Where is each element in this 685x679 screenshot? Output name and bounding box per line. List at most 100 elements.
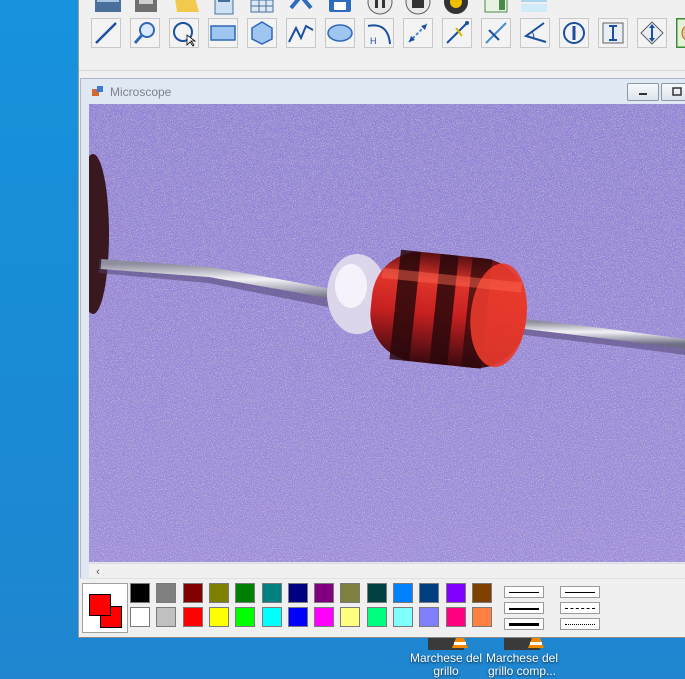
grid-icon[interactable] <box>247 0 277 16</box>
toolbar-separator <box>79 58 685 71</box>
microscope-window: Microscope ‹ <box>80 78 685 580</box>
arrow-icon[interactable] <box>285 0 315 16</box>
extra-tool-icon <box>676 18 685 48</box>
child-window-title: Microscope <box>110 85 172 99</box>
line-icon <box>91 18 121 48</box>
color-swatch[interactable] <box>208 607 229 627</box>
color-swatch[interactable] <box>445 583 466 603</box>
tools-toolbar: H <box>79 18 685 56</box>
circle-info-icon <box>559 18 589 48</box>
color-swatch[interactable] <box>287 607 308 627</box>
rectangle-icon <box>208 18 238 48</box>
color-palette <box>80 578 685 635</box>
angle-icon <box>520 18 550 48</box>
vertical-measure-tool-button[interactable] <box>637 18 667 48</box>
record-icon[interactable] <box>441 0 471 16</box>
strip-icon[interactable] <box>519 0 549 16</box>
stop-icon[interactable] <box>403 0 433 16</box>
ellipse-icon <box>325 18 355 48</box>
angle-measure-icon <box>442 18 472 48</box>
angle-measure-tool-button[interactable] <box>442 18 472 48</box>
line-width-thick[interactable] <box>504 618 544 630</box>
color-swatch[interactable] <box>366 607 387 627</box>
minimize-button[interactable] <box>627 83 659 101</box>
color-swatch[interactable] <box>419 583 440 603</box>
maximize-icon <box>672 87 682 96</box>
color-swatch[interactable] <box>314 583 335 603</box>
line-style-dashdot[interactable] <box>560 602 600 614</box>
polyline-tool-button[interactable] <box>286 18 316 48</box>
save-icon[interactable] <box>325 0 355 16</box>
circle-info-tool-button[interactable] <box>559 18 589 48</box>
extra-tool-button[interactable] <box>676 18 685 48</box>
desktop-icon-label: grillo comp... <box>487 664 557 678</box>
window-app-icon <box>92 86 103 96</box>
microscope-image <box>89 104 685 562</box>
color-swatch[interactable] <box>419 607 440 627</box>
current-foreground-color[interactable] <box>89 594 111 616</box>
maximize-button[interactable] <box>661 83 685 101</box>
line-width-medium[interactable] <box>504 602 544 614</box>
color-swatch[interactable] <box>393 583 413 603</box>
desktop-icon-marchese[interactable]: Marchese del grillo <box>408 628 484 678</box>
svg-text:H: H <box>370 36 377 46</box>
minimize-icon <box>639 93 647 95</box>
polygon-tool-button[interactable] <box>247 18 277 48</box>
color-swatch[interactable] <box>182 607 203 627</box>
scroll-left-arrow-icon[interactable]: ‹ <box>91 565 105 579</box>
line-style-dotted[interactable] <box>560 618 600 630</box>
main-toolbar-top <box>79 0 685 16</box>
text-cursor-icon <box>598 18 628 48</box>
microscope-view[interactable] <box>89 104 685 562</box>
circle-select-tool-button[interactable] <box>169 18 199 48</box>
color-swatch[interactable] <box>235 583 256 603</box>
color-swatch[interactable] <box>393 607 413 627</box>
calibrate-tool-button[interactable] <box>481 18 511 48</box>
line-style-solid[interactable] <box>560 586 600 598</box>
dimension-icon <box>403 18 433 48</box>
magnifier-icon <box>130 18 160 48</box>
calibrate-icon <box>481 18 511 48</box>
document-icon[interactable] <box>209 0 239 16</box>
color-swatch[interactable] <box>208 583 229 603</box>
color-swatch[interactable] <box>340 583 361 603</box>
angle-tool-button[interactable] <box>520 18 550 48</box>
color-swatch[interactable] <box>314 607 335 627</box>
panel-icon[interactable] <box>481 0 511 16</box>
polyline-icon <box>286 18 316 48</box>
color-swatch[interactable] <box>471 607 492 627</box>
color-swatch[interactable] <box>130 607 150 627</box>
child-titlebar[interactable]: Microscope <box>81 79 685 103</box>
arc-tool-button[interactable]: H <box>364 18 394 48</box>
rectangle-tool-button[interactable] <box>208 18 238 48</box>
current-colors[interactable] <box>82 583 128 633</box>
desktop-icon-label: grillo <box>433 664 459 678</box>
film-icon[interactable] <box>93 0 123 16</box>
color-swatch[interactable] <box>340 607 361 627</box>
color-swatch[interactable] <box>130 583 150 603</box>
ellipse-tool-button[interactable] <box>325 18 355 48</box>
color-swatch[interactable] <box>445 607 466 627</box>
arc-icon: H <box>364 18 394 48</box>
circle-select-icon <box>169 18 199 48</box>
desktop-icon-marchese-comp[interactable]: Marchese del grillo comp... <box>484 628 560 678</box>
dimension-tool-button[interactable] <box>403 18 433 48</box>
color-swatch[interactable] <box>261 607 282 627</box>
color-swatch[interactable] <box>182 583 203 603</box>
color-swatch[interactable] <box>156 607 177 627</box>
folder-icon[interactable] <box>171 0 201 16</box>
line-tool-button[interactable] <box>91 18 121 48</box>
pause-icon[interactable] <box>365 0 395 16</box>
color-swatch[interactable] <box>287 583 308 603</box>
box-icon[interactable] <box>131 0 161 16</box>
text-tool-button[interactable] <box>598 18 628 48</box>
vertical-measure-icon <box>637 18 667 48</box>
color-swatch[interactable] <box>156 583 177 603</box>
line-width-thin[interactable] <box>504 586 544 598</box>
polygon-icon <box>247 18 277 48</box>
color-swatch[interactable] <box>366 583 387 603</box>
color-swatch[interactable] <box>261 583 282 603</box>
color-swatch[interactable] <box>471 583 492 603</box>
color-swatch[interactable] <box>235 607 256 627</box>
magnifier-tool-button[interactable] <box>130 18 160 48</box>
